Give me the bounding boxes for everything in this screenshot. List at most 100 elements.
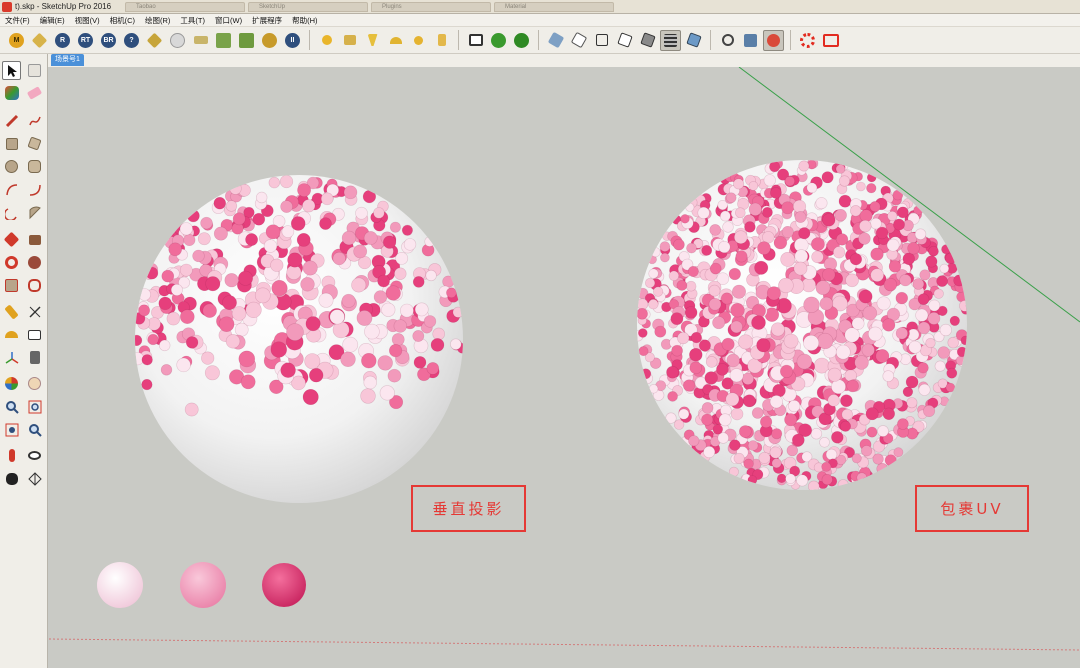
three-point-arc-tool[interactable]: [2, 203, 21, 222]
bead-dot: [944, 252, 957, 265]
bead-dot: [709, 224, 722, 236]
plugin-br-button[interactable]: BR: [98, 30, 119, 51]
plugin-scatter-button[interactable]: [190, 30, 211, 51]
plugin-sphere-button[interactable]: [167, 30, 188, 51]
background-tab[interactable]: SketchUp: [248, 2, 368, 12]
zoom-extents-tool[interactable]: [2, 420, 21, 439]
menu-help[interactable]: 帮助(H): [287, 15, 322, 26]
green-tree-button[interactable]: [488, 30, 509, 51]
move-tool[interactable]: [2, 230, 21, 249]
text-tool[interactable]: [25, 325, 44, 344]
orbit-tool[interactable]: [2, 374, 21, 393]
xray-button[interactable]: [545, 30, 566, 51]
bead-dot: [138, 288, 151, 301]
background-tab[interactable]: Material: [494, 2, 614, 12]
red-grid-button[interactable]: [820, 30, 841, 51]
plugin-rt-button[interactable]: RT: [75, 30, 96, 51]
zoom-tool[interactable]: [2, 397, 21, 416]
menu-window[interactable]: 窗口(W): [210, 15, 247, 26]
pan-tool[interactable]: [25, 374, 44, 393]
plugin-tree-button[interactable]: [213, 30, 234, 51]
menu-tools[interactable]: 工具(T): [175, 15, 210, 26]
material-swatch-medium[interactable]: [180, 562, 226, 608]
walk-tool[interactable]: [2, 469, 21, 488]
shaded-button[interactable]: [637, 30, 658, 51]
scene-settings-button[interactable]: [740, 30, 761, 51]
push-pull-tool[interactable]: [25, 230, 44, 249]
menu-file[interactable]: 文件(F): [0, 15, 35, 26]
text-icon: [28, 329, 41, 340]
help-button[interactable]: ?: [121, 30, 142, 51]
sun-button[interactable]: [316, 30, 337, 51]
plugin-gear-button[interactable]: [259, 30, 280, 51]
hidden-line-button[interactable]: [614, 30, 635, 51]
paint-bucket-tool[interactable]: [2, 83, 21, 102]
wireframe-button[interactable]: [591, 30, 612, 51]
rectangle-tool[interactable]: [2, 134, 21, 153]
menu-draw[interactable]: 绘图(R): [140, 15, 175, 26]
position-camera-tool[interactable]: [2, 446, 21, 465]
plugin-r-button[interactable]: R: [52, 30, 73, 51]
rotate-tool[interactable]: [2, 253, 21, 272]
bead-dot: [751, 315, 766, 330]
menu-extensions[interactable]: 扩展程序: [247, 15, 287, 26]
pie-tool[interactable]: [25, 203, 44, 222]
look-around-tool[interactable]: [25, 446, 44, 465]
follow-me-tool[interactable]: [25, 253, 44, 272]
zoom-window-tool[interactable]: [25, 397, 44, 416]
two-point-arc-tool[interactable]: [25, 180, 44, 199]
background-tab[interactable]: Taobao: [125, 2, 245, 12]
orbit-button[interactable]: [717, 30, 738, 51]
bead-dot: [811, 250, 824, 264]
red-gear-button[interactable]: [797, 30, 818, 51]
plugin-tag-button[interactable]: [29, 30, 50, 51]
dimension-tool[interactable]: [25, 302, 44, 321]
arc-tool[interactable]: [2, 180, 21, 199]
bead-dot: [650, 247, 661, 258]
freehand-tool[interactable]: [25, 111, 44, 130]
scene-tab[interactable]: 场景号1: [51, 54, 84, 66]
spot-button[interactable]: [362, 30, 383, 51]
menu-view[interactable]: 视图(V): [70, 15, 105, 26]
rotated-rectangle-tool[interactable]: [25, 134, 44, 153]
plugin-m-button[interactable]: M: [6, 30, 27, 51]
polygon-tool[interactable]: [25, 157, 44, 176]
monochrome-button[interactable]: [683, 30, 704, 51]
bead-dot: [744, 221, 756, 233]
plugin-tag2-button[interactable]: [144, 30, 165, 51]
protractor-tool[interactable]: [2, 325, 21, 344]
green-tree2-button[interactable]: [511, 30, 532, 51]
pause-button[interactable]: II: [282, 30, 303, 51]
menu-camera[interactable]: 相机(C): [105, 15, 140, 26]
ies-button[interactable]: [431, 30, 452, 51]
scale-tool[interactable]: [2, 276, 21, 295]
modeling-viewport[interactable]: 垂直投影 包裹UV: [49, 67, 1080, 668]
select-tool[interactable]: [2, 61, 21, 80]
3d-text-tool[interactable]: [25, 348, 44, 367]
lamp-button[interactable]: [339, 30, 360, 51]
dimension-icon: [28, 305, 41, 318]
menu-edit[interactable]: 编辑(E): [35, 15, 70, 26]
point-light-button[interactable]: [408, 30, 429, 51]
bead-dot: [687, 266, 699, 278]
offset-tool[interactable]: [25, 276, 44, 295]
shaded-textures-button[interactable]: [660, 29, 681, 51]
bead-dot: [403, 238, 417, 251]
previous-view-tool[interactable]: [25, 420, 44, 439]
window-button[interactable]: [465, 30, 486, 51]
dome-button[interactable]: [385, 30, 406, 51]
bead-dot: [362, 190, 377, 204]
make-component-tool[interactable]: [25, 61, 44, 80]
circle-tool[interactable]: [2, 157, 21, 176]
fix-faces-button[interactable]: [763, 29, 784, 51]
background-tab[interactable]: Plugins: [371, 2, 491, 12]
tape-measure-tool[interactable]: [2, 302, 21, 321]
material-swatch-light[interactable]: [97, 562, 143, 608]
eraser-tool[interactable]: [25, 83, 44, 102]
line-tool[interactable]: [2, 111, 21, 130]
section-plane-tool[interactable]: [25, 469, 44, 488]
axes-tool[interactable]: [2, 348, 21, 367]
material-swatch-dark[interactable]: [262, 563, 306, 607]
back-edges-button[interactable]: [568, 30, 589, 51]
plugin-tree2-button[interactable]: [236, 30, 257, 51]
